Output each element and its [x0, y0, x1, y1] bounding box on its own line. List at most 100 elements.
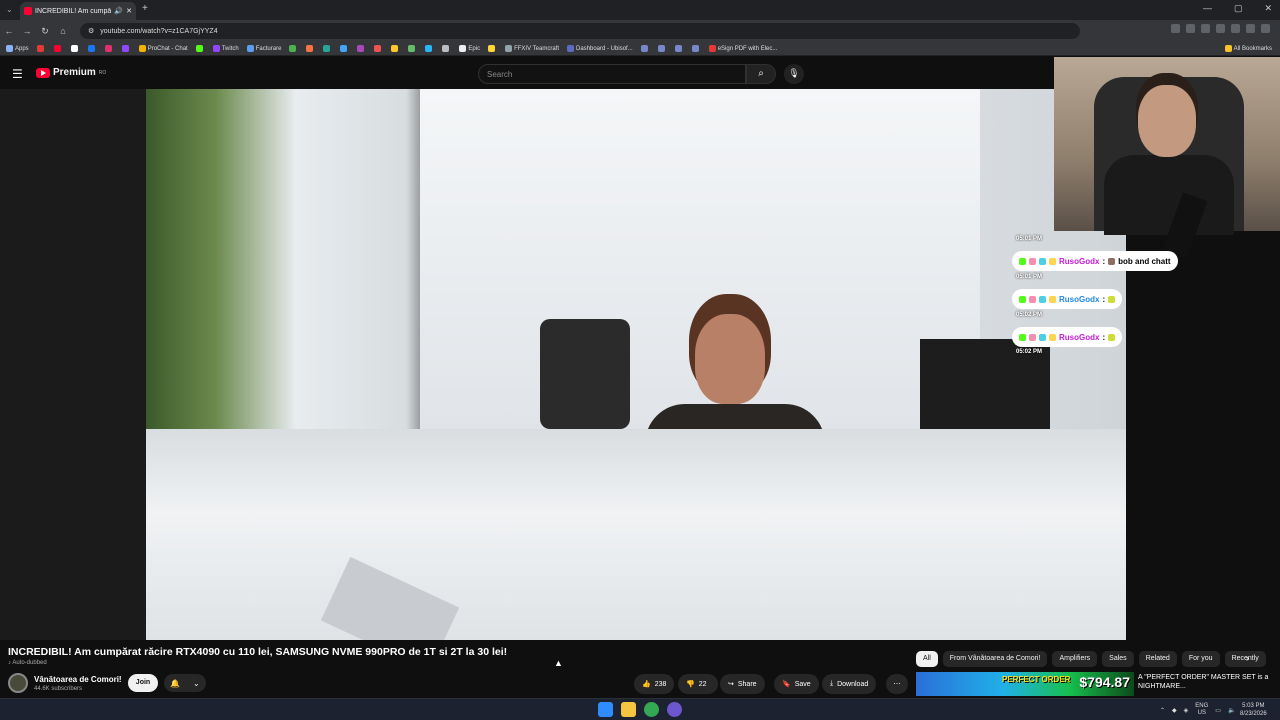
- search-input[interactable]: Search: [478, 64, 746, 84]
- minimize-icon[interactable]: —: [1203, 3, 1212, 14]
- bookmark-icon[interactable]: [53, 45, 61, 52]
- bookmark-icon: 🔖: [782, 681, 791, 688]
- channel-name[interactable]: Vânătoarea de Comori!: [34, 675, 122, 684]
- network-icon[interactable]: ▭: [1215, 707, 1221, 714]
- app-icon[interactable]: [667, 702, 682, 717]
- volume-icon[interactable]: 🔈: [1228, 707, 1235, 714]
- youtube-favicon-icon: [24, 7, 32, 15]
- bookmark-epic[interactable]: Epic: [459, 44, 480, 52]
- kick-icon[interactable]: [195, 45, 203, 52]
- profile-icon[interactable]: [1261, 24, 1270, 33]
- language-indicator[interactable]: ENG US: [1195, 703, 1208, 717]
- microphone-icon[interactable]: 🎙: [784, 64, 804, 84]
- file-explorer-icon[interactable]: [621, 702, 636, 717]
- bookmark-icon[interactable]: [691, 45, 699, 52]
- extension-icon[interactable]: [1231, 24, 1240, 33]
- chevron-down-icon: ⌄: [192, 678, 200, 688]
- home-icon[interactable]: ⌂: [54, 26, 72, 36]
- maximize-icon[interactable]: ▢: [1234, 3, 1243, 14]
- bookmark-icon[interactable]: [340, 45, 348, 52]
- back-icon[interactable]: ←: [0, 26, 18, 36]
- recommended-video-title[interactable]: A "PERFECT ORDER" MASTER SET is a NIGHTM…: [1138, 673, 1276, 691]
- close-window-icon[interactable]: ✕: [1264, 3, 1272, 14]
- bookmark-prochat[interactable]: ProChat - Chat: [138, 44, 188, 52]
- download-button[interactable]: ⤓ Download: [822, 674, 877, 694]
- tray-app-icon[interactable]: ◆: [1172, 707, 1177, 714]
- tab-audio-icon[interactable]: 🔊: [114, 7, 123, 15]
- recommended-video-thumbnail[interactable]: PERFECT ORDER $794.87: [916, 672, 1134, 696]
- facebook-icon[interactable]: [87, 45, 95, 52]
- channel-avatar[interactable]: [8, 673, 28, 693]
- chrome-icon[interactable]: [644, 702, 659, 717]
- dislike-button[interactable]: 👎 22: [678, 674, 718, 694]
- twitch-icon[interactable]: [121, 45, 129, 52]
- bookmark-icon[interactable]: [374, 45, 382, 52]
- save-button[interactable]: 🔖 Save: [774, 674, 819, 694]
- auto-dubbed-label: ♪ Auto-dubbed: [8, 660, 47, 666]
- chevron-up-icon[interactable]: ⌃: [1160, 707, 1165, 714]
- chevron-right-icon[interactable]: ›: [1246, 653, 1249, 663]
- chip-amplifiers[interactable]: Amplifiers: [1052, 651, 1098, 667]
- chat-username: RusoGodx: [1059, 256, 1100, 266]
- bookmark-icon[interactable]: [425, 45, 433, 52]
- taskbar-clock[interactable]: 5:03 PM 8/23/2026: [1240, 702, 1267, 718]
- windows-start-icon[interactable]: [598, 702, 613, 717]
- new-tab-icon[interactable]: +: [142, 3, 148, 14]
- notifications-button[interactable]: 🔔 ⌄: [164, 674, 206, 692]
- reload-icon[interactable]: ↻: [36, 26, 54, 37]
- join-button[interactable]: Join: [128, 674, 158, 692]
- chip-from-channel[interactable]: From Vânătoarea de Comori!: [942, 651, 1048, 667]
- search-icon[interactable]: ⌕: [746, 64, 776, 84]
- bookmark-icon[interactable]: [36, 45, 44, 52]
- bookmark-icon[interactable]: [323, 45, 331, 52]
- bookmark-ubisoft[interactable]: Dashboard - Ubisof...: [567, 44, 633, 52]
- badge-icon: [1039, 333, 1046, 341]
- bookmark-icon[interactable]: [640, 45, 648, 52]
- youtube-premium-logo[interactable]: Premium RO: [36, 67, 106, 78]
- bookmark-icon[interactable]: [391, 45, 399, 52]
- extension-icon[interactable]: [1186, 24, 1195, 33]
- tray-app-icon[interactable]: ◈: [1184, 707, 1189, 714]
- subscriber-count: 44.6K subscribers: [34, 686, 83, 692]
- chip-related[interactable]: Related: [1138, 651, 1177, 667]
- address-bar[interactable]: ⚙ youtube.com/watch?v=z1CA7GjYYZ4: [80, 23, 1080, 39]
- extension-icon[interactable]: [1246, 24, 1255, 33]
- site-info-icon[interactable]: ⚙: [88, 27, 94, 35]
- kiosk-counter: [146, 429, 1126, 640]
- bookmark-icon[interactable]: [657, 45, 665, 52]
- download-icon: ⤓: [830, 680, 834, 687]
- instagram-icon[interactable]: [104, 45, 112, 52]
- bookmark-icon[interactable]: [306, 45, 314, 52]
- bookmark-facturare[interactable]: Facturare: [246, 44, 281, 52]
- more-icon: ⋯: [893, 681, 901, 688]
- bookmark-twitch[interactable]: Twitch: [212, 44, 239, 52]
- bookmark-esign[interactable]: eSign PDF with Elec...: [708, 44, 777, 52]
- chip-sales[interactable]: Sales: [1102, 651, 1134, 667]
- menu-icon[interactable]: ☰: [12, 67, 23, 81]
- bookmark-all[interactable]: All Bookmarks: [1224, 44, 1280, 52]
- share-button[interactable]: ↪ Share: [720, 674, 765, 694]
- bookmark-icon[interactable]: [289, 45, 297, 52]
- bookmark-icon[interactable]: [488, 45, 496, 52]
- extension-icon[interactable]: [1171, 24, 1180, 33]
- bookmark-icon[interactable]: [357, 45, 365, 52]
- bookmark-icon[interactable]: [442, 45, 450, 52]
- more-actions-button[interactable]: ⋯: [886, 674, 908, 694]
- badge-icon: [1029, 257, 1036, 265]
- chip-all[interactable]: All: [916, 651, 938, 667]
- bookmark-icon[interactable]: [408, 45, 416, 52]
- tab-search-icon[interactable]: ⌄: [6, 5, 13, 14]
- bookmark-ffxiv[interactable]: FFXIV Teamcraft: [505, 44, 559, 52]
- tab-close-icon[interactable]: ✕: [126, 7, 132, 15]
- video-player[interactable]: [0, 89, 1126, 640]
- bookmark-icon[interactable]: [674, 45, 682, 52]
- forward-icon[interactable]: →: [18, 26, 36, 36]
- extension-icon[interactable]: [1201, 24, 1210, 33]
- chip-for-you[interactable]: For you: [1181, 651, 1220, 667]
- like-button[interactable]: 👍 238: [634, 674, 675, 694]
- extension-icon[interactable]: [1216, 24, 1225, 33]
- badge-icon: [1019, 333, 1026, 341]
- browser-tab-active[interactable]: INCREDIBIL! Am cumpărat r... 🔊 ✕: [20, 2, 136, 20]
- bookmark-apps[interactable]: Apps: [6, 44, 29, 52]
- x-icon[interactable]: [70, 45, 78, 52]
